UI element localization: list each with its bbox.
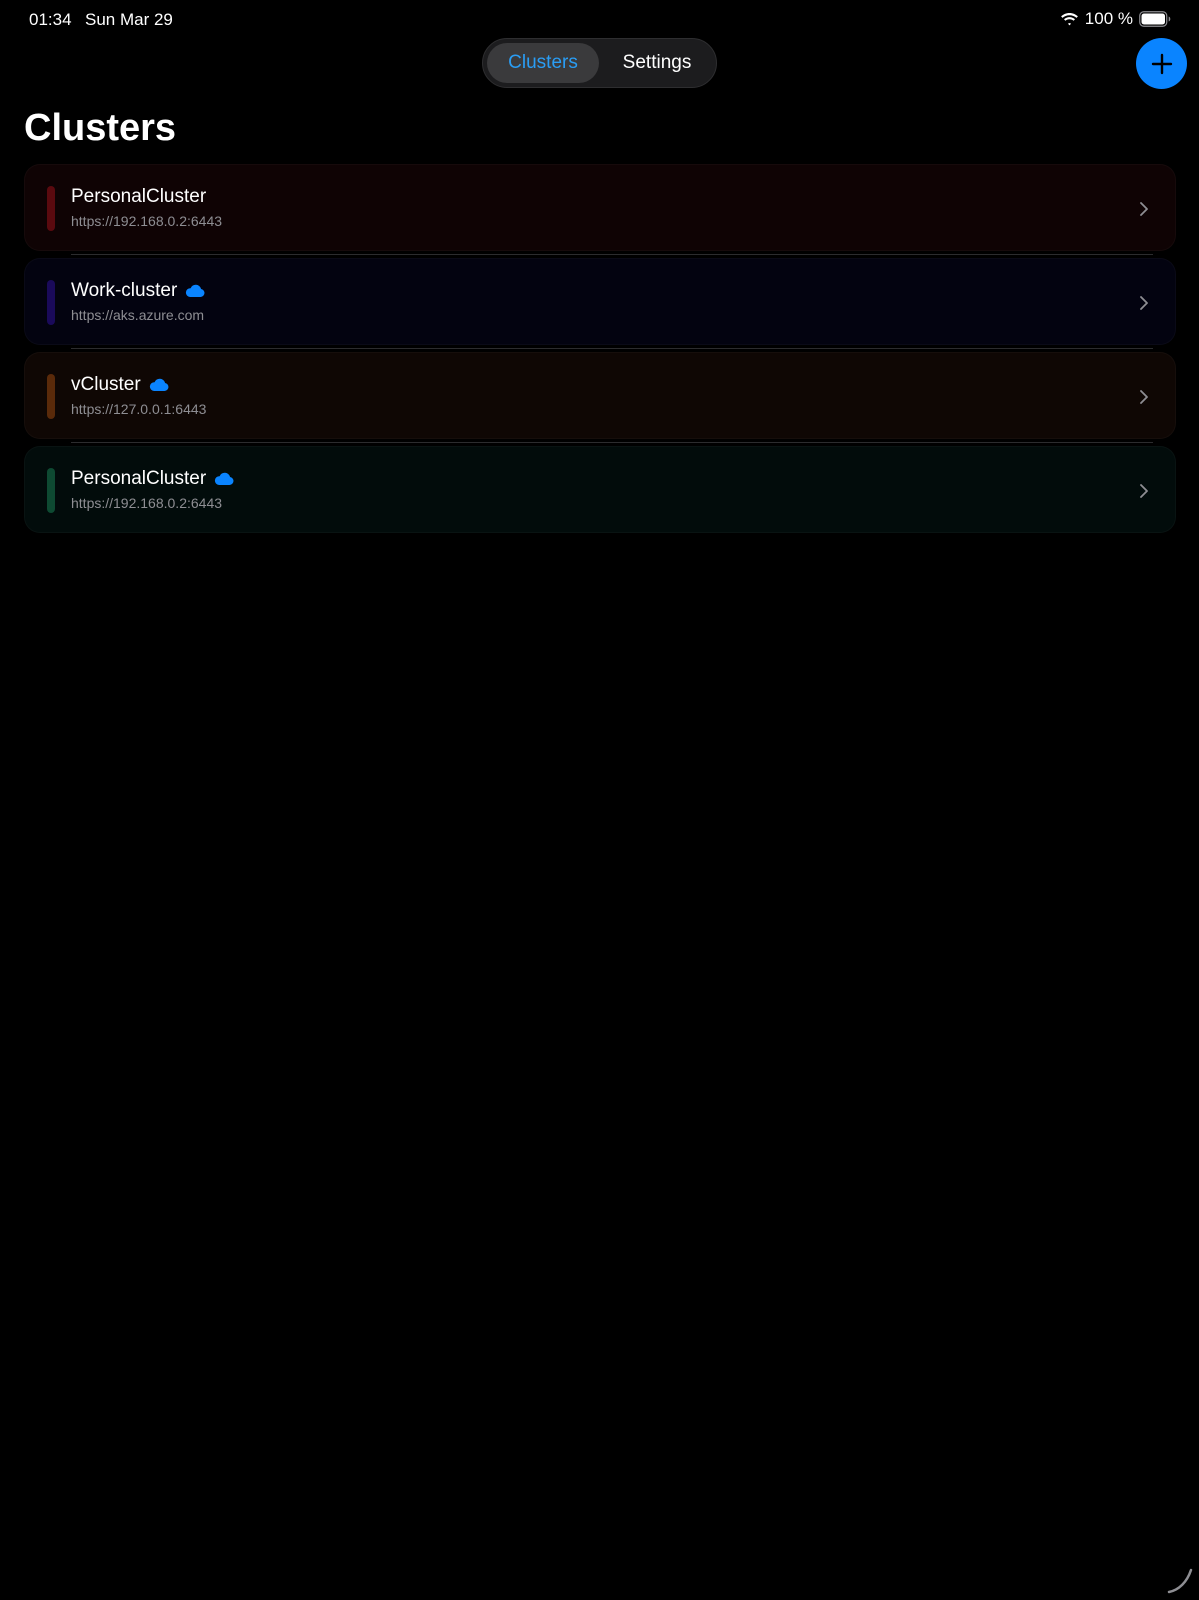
cluster-url: https://127.0.0.1:6443 bbox=[71, 401, 207, 417]
cluster-name: vCluster bbox=[71, 374, 141, 395]
tab-clusters[interactable]: Clusters bbox=[487, 43, 599, 83]
cloud-icon bbox=[186, 284, 205, 297]
add-cluster-button[interactable] bbox=[1136, 38, 1187, 89]
cluster-name: PersonalCluster bbox=[71, 468, 207, 489]
cluster-list: PersonalCluster https://192.168.0.2:6443… bbox=[24, 164, 1176, 540]
chevron-right-icon bbox=[1140, 484, 1148, 498]
cluster-url: https://192.168.0.2:6443 bbox=[71, 213, 223, 229]
cluster-row[interactable]: PersonalCluster https://192.168.0.2:6443 bbox=[24, 164, 1176, 255]
corner-resize-icon bbox=[1167, 1568, 1193, 1594]
cloud-icon bbox=[215, 472, 234, 485]
cluster-name: PersonalCluster bbox=[71, 186, 207, 207]
cloud-icon bbox=[149, 378, 169, 391]
cluster-info: PersonalCluster https://192.168.0.2:6443 bbox=[71, 466, 234, 511]
cluster-info: PersonalCluster https://192.168.0.2:6443 bbox=[71, 184, 222, 229]
plus-icon bbox=[1151, 53, 1172, 74]
page-title: Clusters bbox=[24, 107, 177, 149]
tab-settings[interactable]: Settings bbox=[601, 43, 713, 83]
cluster-title-line: PersonalCluster bbox=[71, 184, 222, 210]
cluster-color-indicator bbox=[47, 374, 55, 419]
battery-percentage: 100 % bbox=[1084, 9, 1133, 28]
status-time: 01:34 bbox=[29, 10, 72, 29]
cluster-name: Work-cluster bbox=[71, 280, 178, 301]
cluster-title-line: vCluster bbox=[71, 372, 206, 398]
cluster-info: vCluster https://127.0.0.1:6443 bbox=[71, 372, 206, 417]
cluster-row[interactable]: Work-cluster https://aks.azure.com bbox=[24, 258, 1176, 349]
battery-icon bbox=[1139, 11, 1171, 27]
cluster-title-line: Work-cluster bbox=[71, 278, 205, 304]
cluster-color-indicator bbox=[47, 280, 55, 325]
cluster-title-line: PersonalCluster bbox=[71, 466, 234, 492]
chevron-right-icon bbox=[1140, 390, 1148, 404]
cluster-color-indicator bbox=[47, 186, 55, 231]
chevron-right-icon bbox=[1140, 202, 1148, 216]
cluster-row[interactable]: vCluster https://127.0.0.1:6443 bbox=[24, 352, 1176, 443]
cluster-row[interactable]: PersonalCluster https://192.168.0.2:6443 bbox=[24, 446, 1176, 533]
cluster-info: Work-cluster https://aks.azure.com bbox=[71, 278, 205, 323]
wifi-icon bbox=[1060, 12, 1078, 25]
status-bar: 01:34 Sun Mar 29 100 % bbox=[0, 0, 1199, 38]
status-date: Sun Mar 29 bbox=[85, 10, 173, 29]
status-indicators: 100 % bbox=[1060, 9, 1171, 29]
chevron-right-icon bbox=[1140, 296, 1148, 310]
cluster-url: https://192.168.0.2:6443 bbox=[71, 495, 223, 511]
cluster-url: https://aks.azure.com bbox=[71, 307, 205, 323]
tab-switcher: Clusters Settings bbox=[482, 38, 717, 88]
cluster-color-indicator bbox=[47, 468, 55, 513]
